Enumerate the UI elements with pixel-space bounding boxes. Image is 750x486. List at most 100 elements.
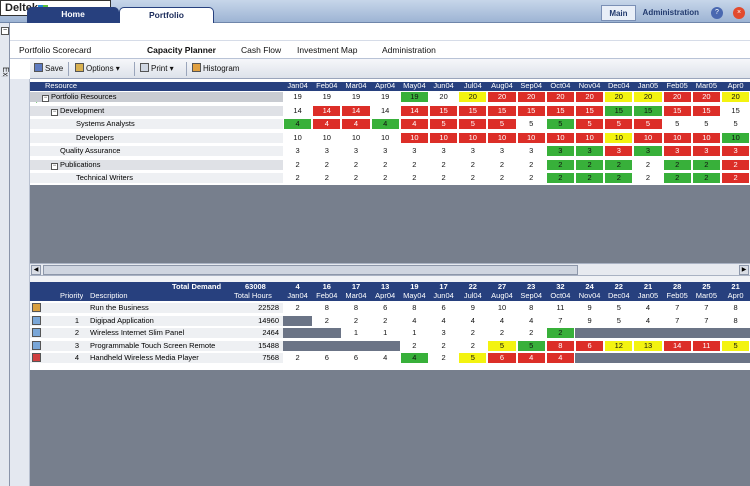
demand-row[interactable]: Run the Business 22528 2 8 8 6 8 6 9 10 8 11 9 5 4 7 7 8 [30, 303, 750, 313]
capacity-cell[interactable]: 2 [722, 159, 750, 170]
capacity-cell[interactable]: 3 [488, 146, 516, 156]
demand-cell[interactable]: 8 [400, 303, 428, 313]
nav-investment-map[interactable]: Investment Map [297, 45, 357, 55]
capacity-cell[interactable]: 14 [284, 105, 312, 116]
close-icon[interactable]: × [733, 7, 745, 19]
capacity-cell[interactable]: 3 [663, 146, 691, 156]
demand-cell[interactable]: 5 [488, 340, 516, 351]
demand-cell[interactable]: 4 [634, 303, 662, 313]
demand-cell[interactable]: 7 [663, 315, 691, 326]
demand-cell[interactable]: 1 [342, 328, 370, 338]
capacity-cell[interactable]: 20 [517, 92, 545, 102]
demand-cell[interactable]: 7 [663, 303, 691, 313]
capacity-cell[interactable]: 15 [430, 105, 458, 116]
demand-cell[interactable]: 4 [430, 315, 458, 326]
administration-link[interactable]: Administration [636, 5, 706, 21]
capacity-cell[interactable]: 2 [546, 173, 574, 183]
demand-cell[interactable]: 5 [459, 353, 487, 363]
demand-cell[interactable]: 2 [430, 340, 458, 351]
explorer-panel[interactable]: − Explorer [0, 23, 10, 486]
capacity-cell[interactable]: 20 [663, 92, 691, 102]
scroll-left-icon[interactable]: ◀ [31, 265, 41, 275]
capacity-cell[interactable]: 3 [722, 146, 750, 156]
demand-cell[interactable]: 8 [313, 303, 341, 313]
capacity-cell[interactable]: 10 [313, 132, 341, 143]
capacity-cell[interactable]: 5 [722, 119, 750, 129]
demand-cell[interactable]: 8 [342, 303, 370, 313]
scroll-thumb[interactable] [43, 265, 578, 275]
capacity-cell[interactable]: 5 [546, 119, 574, 129]
demand-cell[interactable]: 8 [722, 303, 750, 313]
capacity-cell[interactable]: 20 [692, 92, 720, 102]
capacity-cell[interactable]: 2 [342, 173, 370, 183]
demand-row[interactable]: 4 Handheld Wireless Media Player 7568 2 6 6 4 4… [30, 353, 750, 363]
capacity-cell[interactable]: 3 [430, 146, 458, 156]
capacity-cell[interactable]: 10 [634, 132, 662, 143]
save-button[interactable]: Save [34, 63, 63, 75]
capacity-cell[interactable]: 5 [605, 119, 633, 129]
capacity-cell[interactable]: 5 [576, 119, 604, 129]
print-button[interactable]: Print ▾ [140, 63, 174, 75]
capacity-cell[interactable]: 20 [430, 92, 458, 102]
capacity-cell[interactable]: 3 [605, 146, 633, 156]
capacity-cell[interactable]: 5 [430, 119, 458, 129]
capacity-cell[interactable]: 3 [284, 146, 312, 156]
resource-label[interactable]: − Development [51, 106, 270, 116]
capacity-cell[interactable]: 2 [488, 159, 516, 170]
demand-cell[interactable]: 4 [459, 315, 487, 326]
project-description[interactable]: Digipad Application [90, 316, 230, 326]
demand-cell[interactable]: 2 [284, 353, 312, 363]
demand-cell[interactable]: 11 [692, 340, 720, 351]
capacity-cell[interactable]: 2 [430, 159, 458, 170]
capacity-cell[interactable]: 10 [284, 132, 312, 143]
capacity-row[interactable]: Systems Analysts 4 4 4 4 4 5 5 5 5 5 5 5 5 5 5 5 [30, 119, 750, 129]
demand-row[interactable]: 3 Programmable Touch Screen Remote 15488 2 2… [30, 340, 750, 351]
demand-cell[interactable]: 2 [517, 328, 545, 338]
histogram-button[interactable]: Histogram [192, 63, 239, 75]
capacity-cell[interactable]: 2 [576, 173, 604, 183]
capacity-cell[interactable]: 19 [313, 92, 341, 102]
capacity-cell[interactable]: 15 [488, 105, 516, 116]
capacity-cell[interactable]: 15 [517, 105, 545, 116]
demand-cell[interactable]: 5 [517, 340, 545, 351]
demand-cell[interactable]: 9 [459, 303, 487, 313]
capacity-cell[interactable]: 2 [517, 173, 545, 183]
demand-cell[interactable]: 2 [400, 340, 428, 351]
tab-portfolio[interactable]: Portfolio [119, 7, 214, 23]
capacity-cell[interactable]: 3 [546, 146, 574, 156]
capacity-cell[interactable]: 4 [313, 119, 341, 129]
demand-cell[interactable]: 6 [430, 303, 458, 313]
capacity-cell[interactable]: 19 [400, 92, 428, 102]
demand-cell[interactable]: 7 [692, 315, 720, 326]
demand-cell[interactable]: 4 [517, 315, 545, 326]
capacity-cell[interactable]: 5 [459, 119, 487, 129]
capacity-cell[interactable]: 15 [605, 105, 633, 116]
demand-cell[interactable]: 6 [371, 303, 399, 313]
expand-toggle-icon[interactable]: − [51, 108, 58, 116]
capacity-cell[interactable]: 20 [605, 92, 633, 102]
demand-cell[interactable]: 2 [313, 315, 341, 326]
capacity-cell[interactable]: 10 [488, 132, 516, 143]
expand-toggle-icon[interactable]: − [42, 95, 49, 102]
capacity-cell[interactable]: 10 [576, 132, 604, 143]
demand-cell[interactable]: 2 [342, 315, 370, 326]
nav-cash-flow[interactable]: Cash Flow [241, 45, 281, 55]
capacity-row[interactable]: − Portfolio Resources 19 19 19 19 19 20 20 20 20 20… [30, 92, 750, 102]
capacity-row[interactable]: − Development 14 14 14 14 14 15 15 15 15 15 15 15 15 15… [30, 105, 750, 116]
demand-cell[interactable]: 4 [400, 353, 428, 363]
capacity-cell[interactable]: 3 [459, 146, 487, 156]
horizontal-scrollbar[interactable]: ◀ ▶ [30, 263, 750, 276]
capacity-cell[interactable]: 2 [400, 173, 428, 183]
capacity-cell[interactable]: 2 [546, 159, 574, 170]
capacity-cell[interactable]: 15 [634, 105, 662, 116]
demand-cell[interactable]: 6 [488, 353, 516, 363]
project-description[interactable]: Programmable Touch Screen Remote [90, 341, 230, 351]
project-description[interactable]: Wireless Internet Slim Panel [90, 328, 230, 338]
demand-cell[interactable]: 6 [342, 353, 370, 363]
capacity-cell[interactable]: 15 [722, 105, 750, 116]
capacity-cell[interactable]: 3 [634, 146, 662, 156]
demand-cell[interactable]: 4 [546, 353, 574, 363]
capacity-cell[interactable]: 20 [488, 92, 516, 102]
capacity-cell[interactable]: 2 [284, 159, 312, 170]
capacity-cell[interactable]: 15 [546, 105, 574, 116]
